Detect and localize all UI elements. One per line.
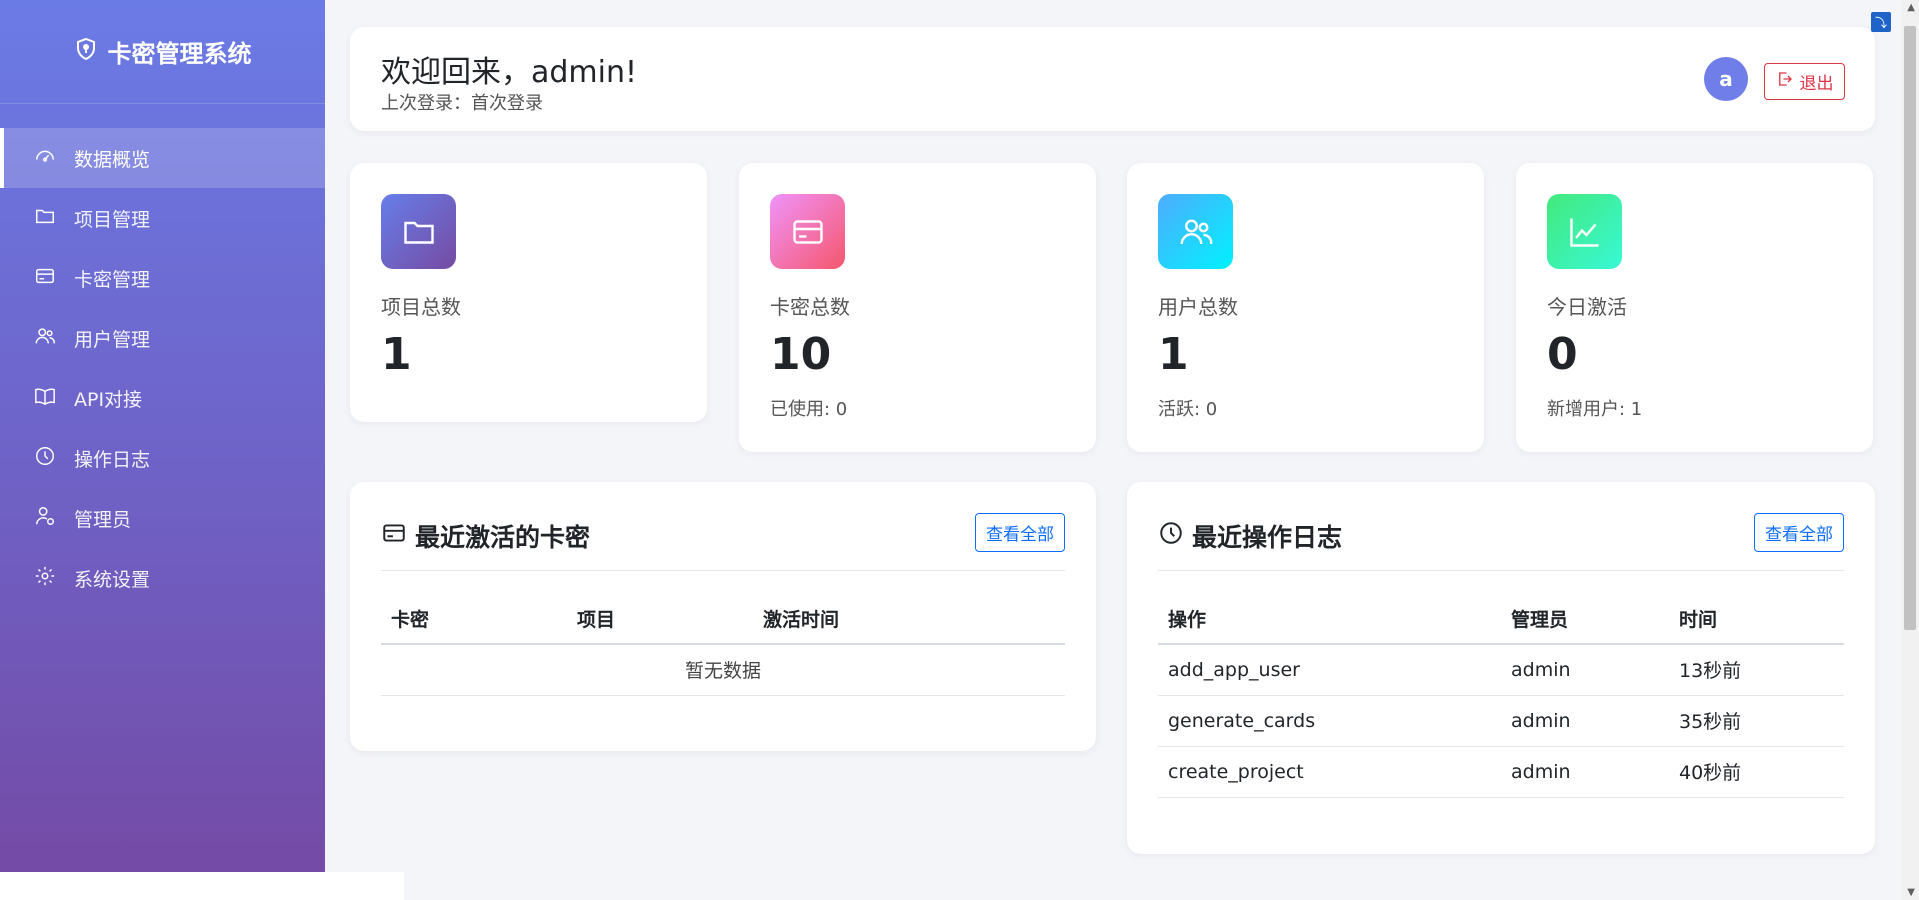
log-admin: admin [1501,746,1669,798]
panel-title-text: 最近操作日志 [1192,523,1343,552]
logout-label: 退出 [1799,74,1834,93]
stat-label: 今日激活 [1547,295,1627,319]
log-action: generate_cards [1158,695,1501,747]
logout-icon [1776,70,1794,93]
table-row: add_app_user admin 13秒前 [1158,644,1844,696]
sidebar-item-projects[interactable]: 项目管理 [0,188,325,248]
sidebar-item-users[interactable]: 用户管理 [0,308,325,368]
scroll-up-icon[interactable]: ▲ [1907,2,1915,13]
sidebar-nav: 数据概览 项目管理 卡密管理 用户管理 API对接 操作日志 管理员 系统设置 [0,128,325,608]
card-icon [770,194,845,269]
card-icon [34,265,56,292]
sidebar-item-cards[interactable]: 卡密管理 [0,248,325,308]
stat-value: 1 [1158,329,1189,380]
column-header: 激活时间 [753,594,1065,645]
recent-cards-panel: 最近激活的卡密 查看全部 卡密 项目 激活时间 暂无数据 [350,482,1096,751]
sidebar-item-label: 系统设置 [74,568,151,591]
sidebar-item-label: 项目管理 [74,208,151,231]
brand: 卡密管理系统 [0,0,325,104]
sidebar-item-settings[interactable]: 系统设置 [0,548,325,608]
column-header: 时间 [1669,594,1844,645]
scroll-down-icon[interactable]: ▼ [1907,887,1915,898]
sidebar: 卡密管理系统 数据概览 项目管理 卡密管理 用户管理 API对接 操作日志 管理… [0,0,325,872]
log-time: 40秒前 [1669,746,1844,798]
column-header: 操作 [1158,594,1501,645]
stat-label: 用户总数 [1158,295,1238,319]
sidebar-item-label: 用户管理 [74,328,151,351]
log-time: 13秒前 [1669,644,1844,696]
scrollbar[interactable]: ▲ ▼ [1901,0,1919,900]
logout-button[interactable]: 退出 [1764,63,1845,100]
last-login-text: 上次登录：首次登录 [381,93,543,114]
shield-icon [74,37,98,67]
column-header: 项目 [567,594,753,645]
stat-card-today: 今日激活 0 新增用户: 1 [1516,163,1873,452]
sidebar-item-label: 管理员 [74,508,132,531]
divider [381,570,1065,571]
sidebar-item-label: 操作日志 [74,448,151,471]
users-icon [1158,194,1233,269]
stat-sub: 活跃: 0 [1158,399,1218,420]
sidebar-item-label: 卡密管理 [74,268,151,291]
recent-logs-panel: 最近操作日志 查看全部 操作 管理员 时间 add_app_user admin… [1127,482,1875,854]
stat-value: 1 [381,329,412,380]
sidebar-item-admins[interactable]: 管理员 [0,488,325,548]
table-header-row: 操作 管理员 时间 [1158,594,1844,645]
view-all-cards-button[interactable]: 查看全部 [975,513,1065,552]
table-row: 暂无数据 [381,644,1065,696]
sidebar-item-logs[interactable]: 操作日志 [0,428,325,488]
users-icon [34,325,56,352]
gear-icon [34,565,56,592]
blank-strip [0,872,404,900]
recent-cards-table: 卡密 项目 激活时间 暂无数据 [381,594,1065,696]
recent-logs-table: 操作 管理员 时间 add_app_user admin 13秒前 genera… [1158,594,1844,798]
divider [1158,570,1844,571]
panel-title-text: 最近激活的卡密 [415,523,591,552]
view-all-logs-button[interactable]: 查看全部 [1754,513,1844,552]
panel-title: 最近操作日志 [1158,518,1342,554]
sidebar-item-label: 数据概览 [74,148,151,171]
sidebar-item-api[interactable]: API对接 [0,368,325,428]
brand-title: 卡密管理系统 [107,40,252,68]
stat-card-projects: 项目总数 1 [350,163,707,422]
scroll-thumb[interactable] [1904,26,1916,630]
folder-icon [34,205,56,232]
welcome-header: 欢迎回来，admin! 上次登录：首次登录 a 退出 [350,27,1875,131]
folder-icon [381,194,456,269]
empty-state: 暂无数据 [381,644,1065,696]
avatar[interactable]: a [1704,57,1748,101]
column-header: 管理员 [1501,594,1669,645]
chart-icon [1547,194,1622,269]
book-icon [34,385,56,412]
sidebar-item-label: API对接 [74,388,143,411]
welcome-title: 欢迎回来，admin! [381,55,638,90]
stat-sub: 已使用: 0 [770,399,848,420]
stat-sub: 新增用户: 1 [1547,399,1643,420]
stat-value: 10 [770,329,832,380]
table-row: generate_cards admin 35秒前 [1158,695,1844,747]
admin-icon [34,505,56,532]
extension-icon[interactable]: ⤵ [1871,12,1891,32]
card-icon [381,520,407,552]
table-header-row: 卡密 项目 激活时间 [381,594,1065,645]
stat-card-cards: 卡密总数 10 已使用: 0 [739,163,1096,452]
log-admin: admin [1501,695,1669,747]
stat-label: 卡密总数 [770,295,850,319]
log-action: add_app_user [1158,644,1501,696]
clock-icon [34,445,56,472]
stat-label: 项目总数 [381,295,461,319]
dashboard-icon [34,145,56,172]
clock-icon [1158,520,1184,552]
panel-title: 最近激活的卡密 [381,518,590,554]
log-admin: admin [1501,644,1669,696]
log-action: create_project [1158,746,1501,798]
table-row: create_project admin 40秒前 [1158,746,1844,798]
column-header: 卡密 [381,594,567,645]
stat-value: 0 [1547,329,1578,380]
sidebar-item-overview[interactable]: 数据概览 [0,128,325,188]
stat-card-users: 用户总数 1 活跃: 0 [1127,163,1484,452]
log-time: 35秒前 [1669,695,1844,747]
